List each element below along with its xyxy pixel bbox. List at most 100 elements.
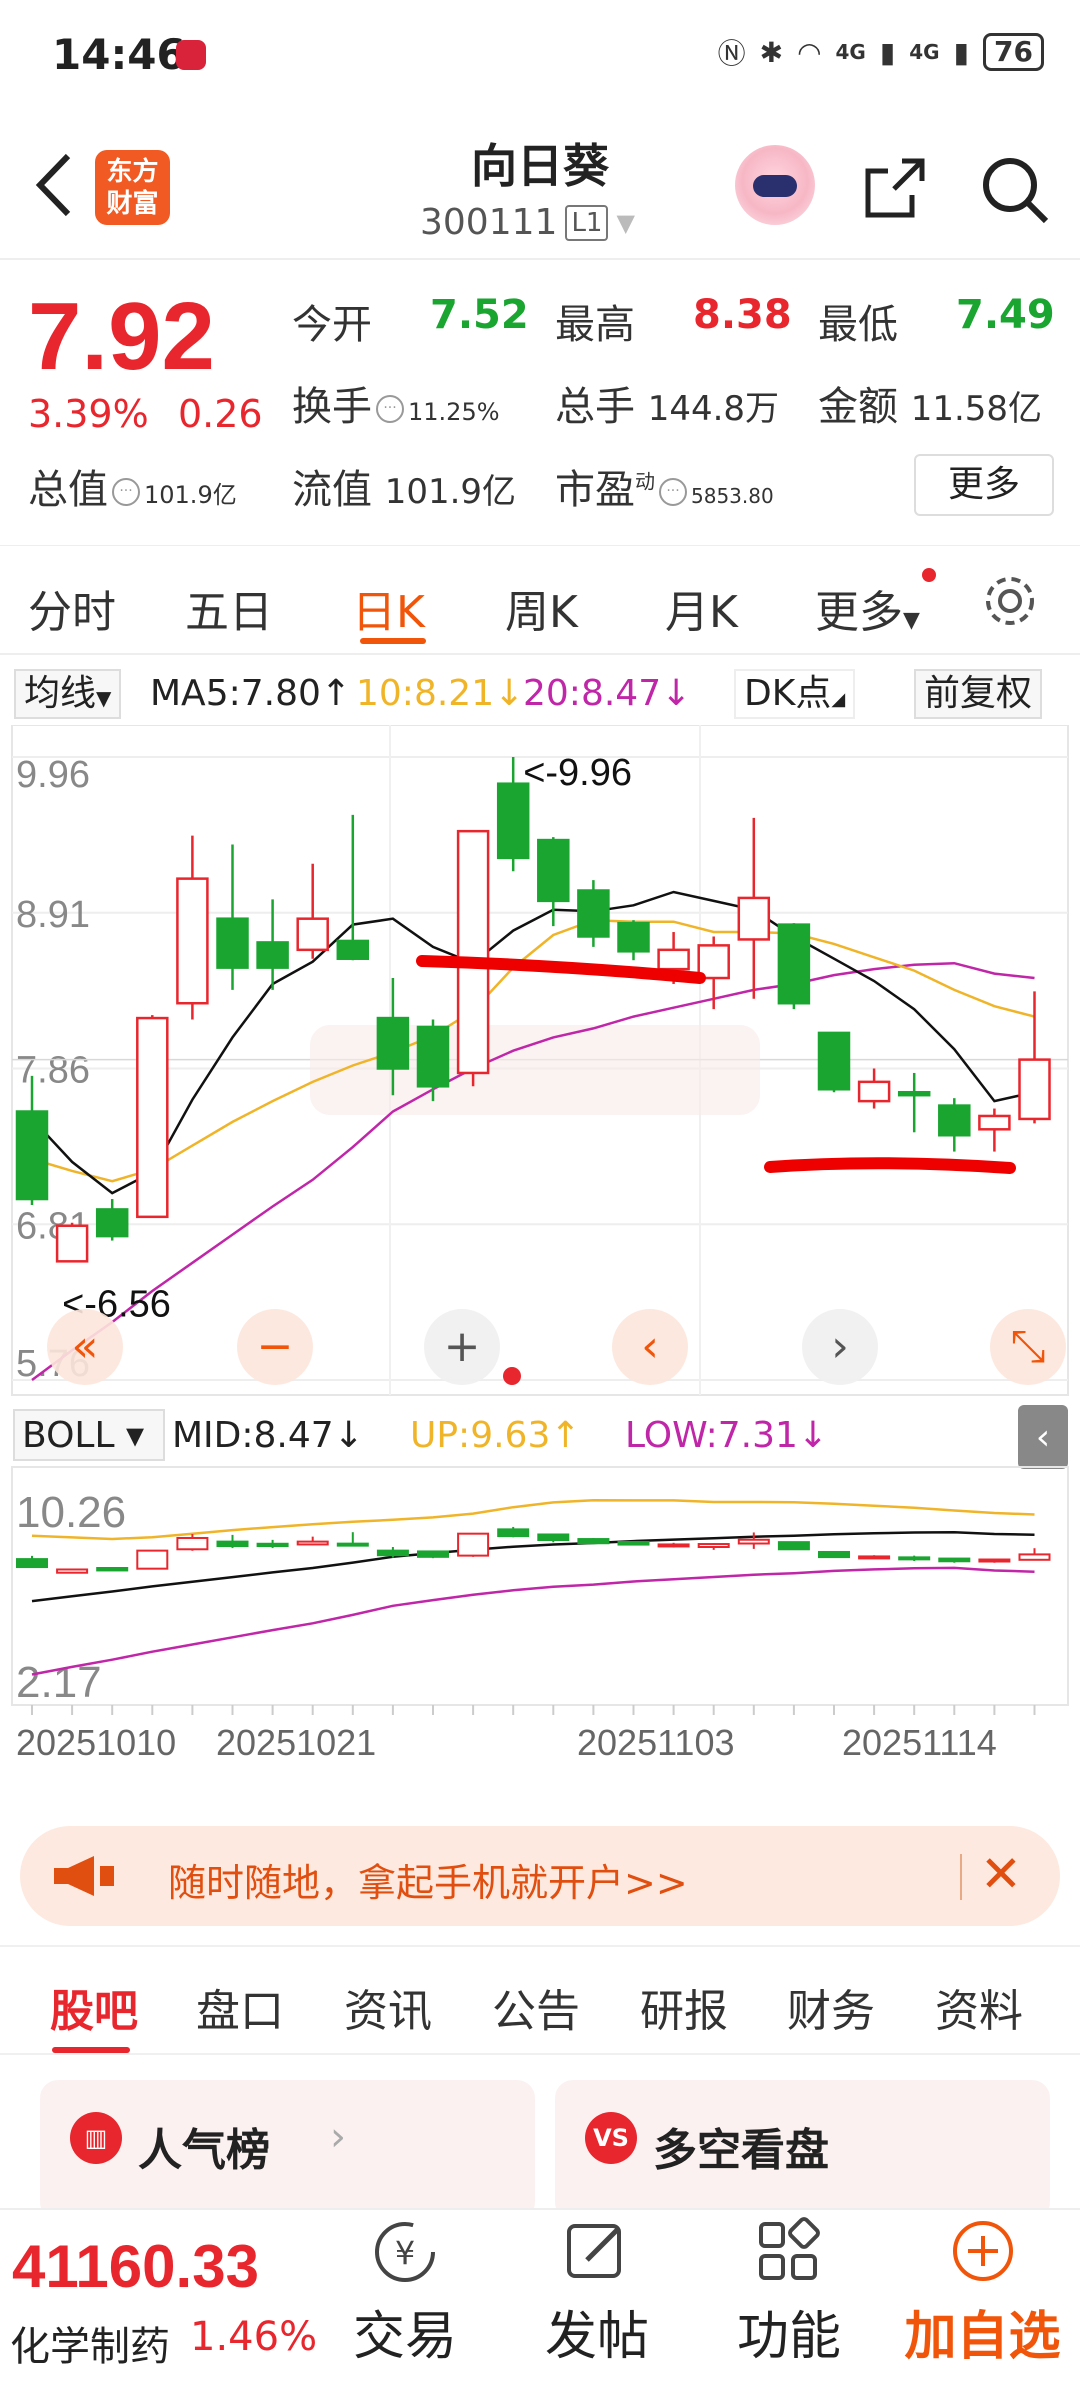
- ma20-value: 20:8.47↓: [523, 673, 691, 714]
- candle-body: [577, 889, 610, 938]
- tab-finance[interactable]: 财务: [787, 1975, 875, 2039]
- candle-body: [938, 1104, 971, 1137]
- signal-bars-icon: ▮: [879, 35, 896, 69]
- zoom-rewind-icon: «: [72, 1321, 99, 1372]
- tab-daily-k[interactable]: 日K: [352, 576, 425, 640]
- boll-candle-body: [497, 1528, 530, 1538]
- info-icon[interactable]: ···: [112, 478, 140, 506]
- open-account-banner[interactable]: 随时随地，拿起手机就开户>> ✕: [20, 1826, 1060, 1926]
- candles: [15, 757, 1051, 1263]
- feature-cards: ▥ 人气榜 › VS 多空看盘: [0, 2060, 1080, 2220]
- hand-drawn-stroke: [764, 1157, 1016, 1174]
- turnover-field: 换手 ··· 11.25%: [292, 374, 500, 432]
- tab-profile[interactable]: 资料: [935, 1975, 1023, 2039]
- tab-intraday[interactable]: 分时: [28, 576, 116, 640]
- post-label: 发帖: [544, 2307, 649, 2367]
- boll-candle-body: [16, 1558, 48, 1569]
- market-cap: 总值 ··· 101.9亿: [28, 457, 237, 515]
- boll-candle-body: [1018, 1553, 1051, 1561]
- y-tick-label: 9.96: [16, 754, 90, 796]
- post-button[interactable]: 发帖: [522, 2216, 672, 2369]
- active-subtab-indicator: [52, 2047, 130, 2053]
- period-tabs: 分时 五日 日K 周K 月K 更多▼: [0, 545, 1080, 655]
- dk-selector[interactable]: DK点◢: [734, 669, 856, 719]
- tab-monthly-k[interactable]: 月K: [665, 576, 738, 640]
- boll-low: LOW:7.31↓: [625, 1415, 828, 1456]
- turnover-label: 换手: [292, 384, 372, 430]
- boll-candle-body: [898, 1556, 931, 1561]
- ma-selector[interactable]: 均线▼: [14, 669, 122, 719]
- vs-icon: VS: [585, 2112, 637, 2164]
- share-icon[interactable]: [862, 155, 928, 221]
- zoom-in-icon: +: [444, 1321, 481, 1372]
- tab-guba[interactable]: 股吧: [50, 1975, 138, 2039]
- boll-y-tick: 2.17: [16, 1658, 102, 1707]
- candle-body: [537, 838, 570, 903]
- adjust-selector[interactable]: 前复权: [914, 669, 1043, 719]
- amount-field: 金额 11.58亿: [818, 374, 1042, 432]
- tab-pankou[interactable]: 盘口: [196, 1975, 284, 2039]
- hot-rank-card[interactable]: ▥ 人气榜 ›: [40, 2080, 535, 2220]
- tab-five-day[interactable]: 五日: [185, 576, 273, 640]
- functions-label: 功能: [736, 2307, 841, 2367]
- boll-candle-body: [457, 1532, 490, 1557]
- boll-candle-body: [376, 1549, 409, 1557]
- tab-news[interactable]: 资讯: [344, 1975, 432, 2039]
- stock-code: 300111: [420, 202, 558, 243]
- add-watchlist-label: 加自选: [904, 2307, 1061, 2367]
- close-icon[interactable]: ✕: [980, 1846, 1022, 1902]
- candle-body: [617, 921, 650, 953]
- tab-announcements[interactable]: 公告: [492, 1975, 580, 2039]
- ma5-text: MA5:7.80: [150, 673, 321, 714]
- add-watchlist-button[interactable]: 加自选: [895, 2216, 1070, 2369]
- pe-value: 5853.80: [691, 484, 774, 508]
- bottom-bar: 41160.33 化学制药 1.46% ¥ 交易 发帖 功能 加自选: [0, 2208, 1080, 2400]
- boll-candle-body: [938, 1557, 971, 1563]
- expand-icon: ⤡: [1010, 1321, 1045, 1372]
- boll-candle-body: [296, 1540, 329, 1546]
- long-short-card[interactable]: VS 多空看盘: [555, 2080, 1050, 2220]
- candle-body: [657, 948, 690, 971]
- long-short-title: 多空看盘: [653, 2125, 829, 2176]
- candle-body: [777, 923, 811, 1005]
- float-field: 流值 101.9亿: [292, 457, 516, 515]
- ma20-text: 20:8.47: [523, 673, 662, 714]
- boll-mid: MID:8.47↓: [172, 1415, 364, 1456]
- stock-code-row[interactable]: 300111 L1 ▼: [420, 202, 635, 243]
- boll-bar: BOLL ▾ MID:8.47↓ UP:9.63↑ LOW:7.31↓ ‹: [13, 1405, 1068, 1469]
- tab-more[interactable]: 更多▼: [815, 576, 920, 640]
- candle-body: [336, 939, 370, 960]
- content-tabs: 股吧 盘口 资讯 公告 研报 财务 资料: [0, 1945, 1080, 2055]
- more-quote-button[interactable]: 更多: [914, 454, 1054, 516]
- functions-button[interactable]: 功能: [714, 2216, 864, 2369]
- assistant-robot-icon[interactable]: [735, 145, 815, 225]
- open-label: 今开: [292, 302, 372, 348]
- info-icon-3[interactable]: ···: [659, 478, 687, 506]
- boll-candle-body: [216, 1540, 249, 1548]
- search-icon[interactable]: [980, 155, 1050, 225]
- candle-body: [897, 1090, 931, 1097]
- boll-chart: 10.26 2.17: [11, 1466, 1069, 1707]
- x-axis: 20251010 20251021 20251103 20251114: [16, 1705, 1036, 1763]
- tab-research[interactable]: 研报: [640, 1975, 728, 2039]
- status-icons: Ⓝ ✱ ◠ 4G ▮ 4G ▮ 76: [718, 32, 1044, 72]
- index-name: 化学制药: [10, 2324, 170, 2370]
- caret-down-icon-2: ▼: [903, 608, 920, 633]
- candle-body: [737, 896, 771, 941]
- candle-body: [857, 1080, 891, 1103]
- nfc-icon: Ⓝ: [717, 37, 746, 70]
- kline-chart[interactable]: 9.968.917.866.815.76 <-9.96<-6.56 «−+‹›⤡…: [0, 725, 1080, 1805]
- boll-candle-body: [176, 1536, 209, 1551]
- candle-body: [978, 1114, 1011, 1131]
- trade-button[interactable]: ¥ 交易: [330, 2216, 480, 2369]
- info-icon-2[interactable]: ···: [376, 395, 404, 423]
- low-value: 7.49: [956, 292, 1055, 338]
- tab-weekly-k[interactable]: 周K: [505, 576, 578, 640]
- volume-label: 总手: [555, 384, 635, 430]
- gear-icon[interactable]: [980, 571, 1040, 631]
- float-label: 流值: [292, 467, 372, 513]
- candle-body: [416, 1025, 450, 1088]
- boll-y-tick: 10.26: [16, 1488, 126, 1537]
- market-cap-label: 总值: [28, 467, 108, 513]
- pe-sup: 动: [635, 469, 655, 494]
